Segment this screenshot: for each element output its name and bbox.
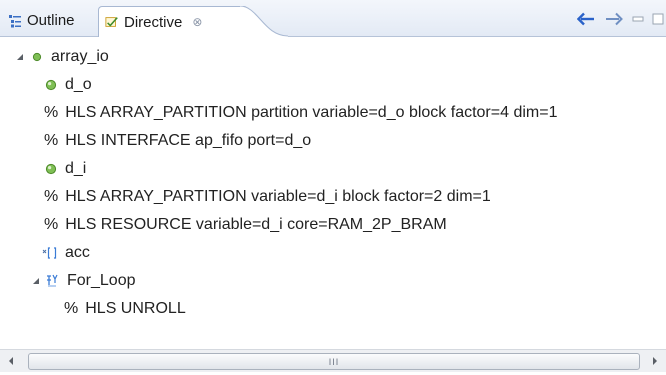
tree-node-directive[interactable]: % HLS ARRAY_PARTITION variable=d_i block… — [44, 183, 491, 211]
tree-node-label: For_Loop — [67, 272, 136, 289]
view-toolbar — [576, 10, 664, 28]
scrollbar-thumb[interactable]: III — [28, 353, 640, 370]
tree-node-label: HLS INTERFACE ap_fifo port=d_o — [65, 132, 312, 149]
directive-icon — [105, 15, 119, 29]
arrow-right-icon[interactable] — [604, 10, 624, 28]
expanded-twisty-icon[interactable] — [30, 275, 42, 287]
tree-node-directive[interactable]: % HLS INTERFACE ap_fifo port=d_o — [44, 127, 311, 155]
directive-tree: array_io d_o % HLS ARRAY_PARTITION parti… — [0, 37, 666, 348]
tree-node-label: HLS ARRAY_PARTITION partition variable=d… — [65, 104, 558, 121]
tree-node-port[interactable]: d_i — [44, 155, 86, 183]
tree-node-directive[interactable]: % HLS UNROLL — [64, 295, 186, 323]
view-tab-bar: Outline Directive ⊗ — [0, 0, 666, 37]
function-icon — [30, 50, 44, 64]
expanded-twisty-icon[interactable] — [14, 51, 26, 63]
tree-node-label: array_io — [51, 48, 109, 65]
tab-outline[interactable]: Outline — [4, 6, 81, 35]
tree-node-label: acc — [65, 244, 90, 261]
horizontal-scrollbar[interactable]: III — [0, 349, 666, 372]
close-icon[interactable]: ⊗ — [192, 15, 202, 29]
tab-directive[interactable]: Directive ⊗ — [98, 6, 248, 37]
tab-curve-decoration — [240, 6, 288, 37]
tree-node-directive[interactable]: % HLS RESOURCE variable=d_i core=RAM_2P_… — [44, 211, 447, 239]
arrow-left-icon[interactable] — [576, 10, 596, 28]
outline-icon — [8, 14, 22, 28]
tree-node-variable[interactable]: acc — [42, 239, 90, 267]
tab-directive-label: Directive — [124, 13, 183, 31]
tree-node-label: HLS RESOURCE variable=d_i core=RAM_2P_BR… — [65, 216, 447, 233]
scroll-left-icon[interactable] — [0, 350, 22, 372]
tree-node-loop[interactable]: For_Loop — [30, 267, 136, 295]
minimize-icon[interactable] — [632, 13, 644, 25]
directive-view: Outline Directive ⊗ array_io d_o % HLS A… — [0, 0, 666, 375]
loop-icon — [44, 274, 60, 288]
tree-node-label: HLS UNROLL — [85, 300, 186, 317]
scrollbar-grip: III — [328, 356, 340, 367]
port-icon — [44, 78, 58, 92]
tree-node-port[interactable]: d_o — [44, 71, 92, 99]
directive-prefix: % — [44, 216, 59, 233]
maximize-icon[interactable] — [652, 13, 664, 25]
directive-prefix: % — [64, 300, 79, 317]
port-icon — [44, 162, 58, 176]
tab-outline-label: Outline — [27, 12, 75, 29]
array-variable-icon — [42, 246, 58, 260]
directive-prefix: % — [44, 104, 59, 121]
directive-prefix: % — [44, 132, 59, 149]
scroll-right-icon[interactable] — [644, 350, 666, 372]
tree-node-label: d_o — [65, 76, 92, 93]
tree-node-label: d_i — [65, 160, 87, 177]
tree-node-directive[interactable]: % HLS ARRAY_PARTITION partition variable… — [44, 99, 557, 127]
tree-node-root[interactable]: array_io — [14, 43, 109, 71]
directive-prefix: % — [44, 188, 59, 205]
tree-node-label: HLS ARRAY_PARTITION variable=d_i block f… — [65, 188, 491, 205]
